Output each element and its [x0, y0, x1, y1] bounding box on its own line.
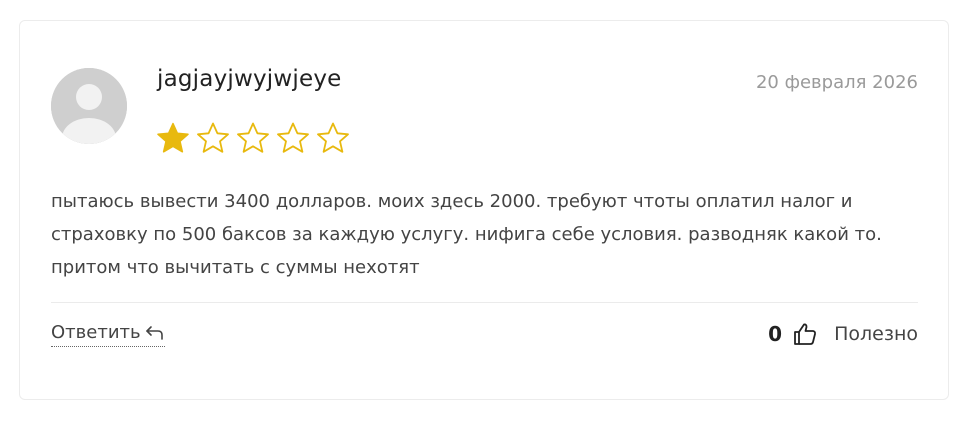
- review-date: 20 февраля 2026: [755, 72, 918, 93]
- star-outline-icon: [315, 121, 351, 155]
- useful-vote: 0 Полезно: [768, 321, 918, 347]
- divider: [51, 302, 918, 303]
- useful-count: 0: [768, 322, 783, 346]
- review-author: jagjayjwyjwjeye: [157, 66, 342, 92]
- star-outline-icon: [195, 121, 231, 155]
- star-filled-icon: [155, 121, 191, 155]
- star-outline-icon: [235, 121, 271, 155]
- avatar: [51, 68, 127, 144]
- reply-button[interactable]: Ответить: [51, 322, 165, 347]
- user-avatar-icon: [51, 68, 127, 144]
- review-text: пытаюсь вывести 3400 долларов. моих здес…: [51, 191, 882, 278]
- reply-label: Ответить: [51, 322, 141, 343]
- star-rating: [155, 121, 351, 155]
- star-outline-icon: [275, 121, 311, 155]
- review-card: jagjayjwyjwjeye 20 февраля 2026 пытаюсь …: [19, 20, 949, 400]
- reply-arrow-icon: [145, 325, 163, 340]
- useful-label[interactable]: Полезно: [834, 323, 918, 345]
- thumbs-up-icon[interactable]: [792, 321, 818, 347]
